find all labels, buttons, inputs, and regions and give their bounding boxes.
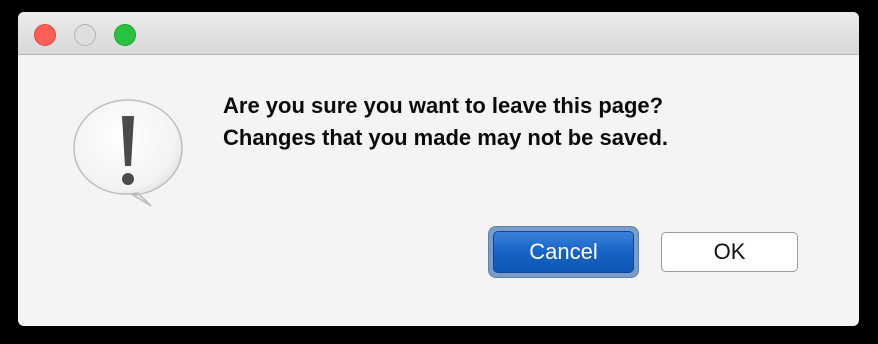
zoom-window-button[interactable] <box>114 24 136 46</box>
alert-dialog-window: Are you sure you want to leave this page… <box>18 12 859 326</box>
close-window-button[interactable] <box>34 24 56 46</box>
exclamation-speech-bubble-icon <box>73 99 183 207</box>
ok-button[interactable]: OK <box>661 232 798 272</box>
alert-message-line-2: Changes that you made may not be saved. <box>223 125 669 150</box>
title-bar[interactable] <box>18 12 859 55</box>
alert-message-line-1: Are you sure you want to leave this page… <box>223 93 664 118</box>
minimize-window-button[interactable] <box>74 24 96 46</box>
cancel-button[interactable]: Cancel <box>493 231 634 273</box>
alert-message: Are you sure you want to leave this page… <box>223 90 843 154</box>
